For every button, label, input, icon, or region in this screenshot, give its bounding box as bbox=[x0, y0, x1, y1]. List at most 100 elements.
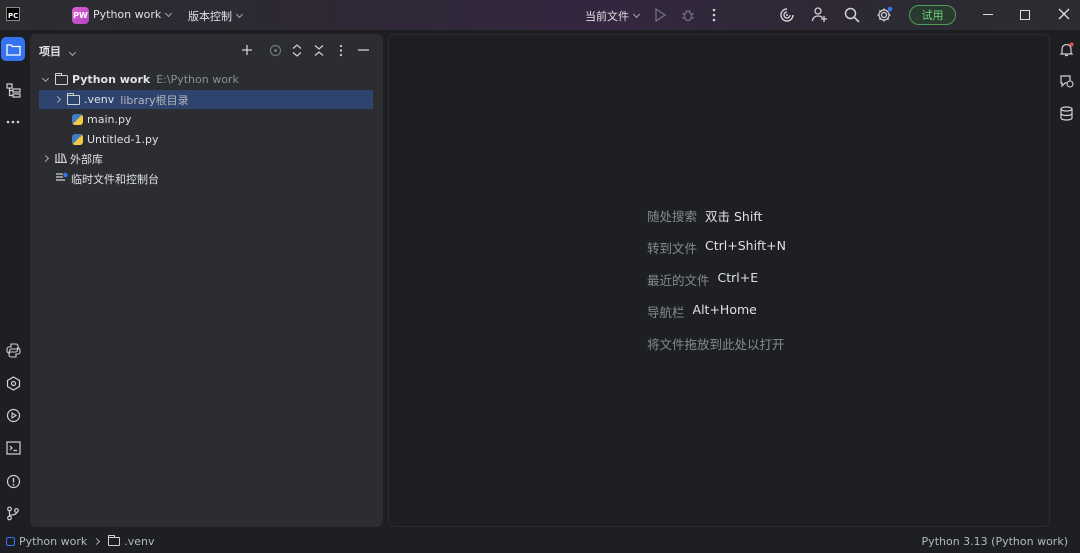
tree-item-main-py[interactable]: main.py bbox=[39, 110, 373, 129]
structure-icon bbox=[5, 82, 21, 98]
chevron-down-icon bbox=[68, 48, 76, 57]
database-button[interactable] bbox=[1054, 101, 1078, 125]
tree-item-scratches[interactable]: 临时文件和控制台 bbox=[39, 169, 373, 188]
run-tool-button[interactable] bbox=[1, 403, 25, 427]
tree-item-untitled-py[interactable]: Untitled-1.py bbox=[39, 130, 373, 149]
hint-goto-file: 转到文件 Ctrl+Shift+N bbox=[647, 238, 786, 257]
title-bar: PC PW Python work 版本控制 当前文件 试用 bbox=[0, 0, 1080, 30]
project-switcher[interactable]: Python work bbox=[93, 8, 173, 21]
services-icon bbox=[6, 375, 20, 391]
left-tool-strip bbox=[0, 30, 27, 530]
status-bar: Python work .venv Python 3.13 (Python wo… bbox=[0, 531, 1080, 553]
project-view-selector[interactable]: 项目 bbox=[39, 43, 76, 59]
chevron-down-icon bbox=[235, 10, 244, 19]
hint-shortcut: Alt+Home bbox=[692, 302, 757, 317]
minimize-button[interactable] bbox=[983, 14, 993, 15]
hint-shortcut: Ctrl+Shift+N bbox=[705, 238, 786, 253]
breadcrumb: Python work .venv bbox=[6, 535, 155, 548]
panel-title: 项目 bbox=[39, 45, 61, 58]
vcs-menu[interactable]: 版本控制 bbox=[188, 8, 244, 24]
chevron-down-icon bbox=[632, 10, 641, 19]
ai-chat-button[interactable] bbox=[1054, 69, 1078, 93]
expand-arrow-icon[interactable] bbox=[39, 74, 51, 82]
vcs-label: 版本控制 bbox=[188, 10, 232, 23]
tree-item-note: library根目录 bbox=[120, 93, 189, 107]
python-file-icon bbox=[72, 134, 83, 145]
more-horizontal-icon bbox=[6, 120, 20, 124]
breadcrumb-project[interactable]: Python work bbox=[19, 535, 87, 548]
project-tool-button[interactable] bbox=[1, 37, 25, 61]
expand-arrow-icon[interactable] bbox=[51, 95, 63, 104]
add-user-icon[interactable] bbox=[811, 6, 828, 23]
collapse-all-button[interactable] bbox=[309, 42, 329, 58]
project-panel: 项目 Python work E:\Python work .venv libr… bbox=[30, 34, 383, 527]
tree-item-label: main.py bbox=[87, 113, 132, 126]
services-button[interactable] bbox=[1, 371, 25, 395]
interpreter-selector[interactable]: Python 3.13 (Python work) bbox=[922, 535, 1068, 548]
python-file-icon bbox=[72, 114, 83, 125]
folder-icon bbox=[67, 92, 80, 105]
new-file-button[interactable] bbox=[237, 42, 257, 58]
project-badge[interactable]: PW bbox=[72, 7, 89, 24]
expand-all-button[interactable] bbox=[287, 42, 307, 58]
terminal-icon bbox=[5, 441, 21, 455]
close-window-button[interactable] bbox=[1058, 8, 1070, 20]
chevron-down-icon bbox=[165, 9, 173, 17]
tree-item-path: E:\Python work bbox=[156, 73, 239, 86]
debug-icon[interactable] bbox=[681, 8, 695, 22]
search-icon[interactable] bbox=[844, 7, 860, 23]
module-icon bbox=[6, 537, 15, 546]
run-circle-icon bbox=[6, 408, 20, 422]
tree-item-external-libraries[interactable]: 外部库 bbox=[39, 149, 373, 168]
more-tools-button[interactable] bbox=[1, 110, 25, 134]
editor-empty-area[interactable]: 随处搜索 双击 Shift 转到文件 Ctrl+Shift+N 最近的文件 Ct… bbox=[388, 34, 1050, 527]
expand-icon bbox=[292, 43, 302, 57]
folder-icon bbox=[55, 72, 68, 85]
chevron-right-icon bbox=[93, 537, 101, 546]
hint-recent-files: 最近的文件 Ctrl+E bbox=[647, 270, 758, 289]
python-packages-button[interactable] bbox=[1, 338, 25, 362]
hint-navigation-bar: 导航栏 Alt+Home bbox=[647, 302, 757, 321]
git-branch-icon bbox=[7, 506, 19, 520]
collapse-icon bbox=[314, 44, 324, 56]
breadcrumb-folder[interactable]: .venv bbox=[124, 535, 154, 548]
gear-icon[interactable] bbox=[876, 6, 893, 23]
project-name-label: Python work bbox=[93, 8, 162, 21]
expand-arrow-icon[interactable] bbox=[39, 154, 51, 163]
current-file-label: 当前文件 bbox=[585, 10, 629, 23]
problems-icon bbox=[6, 474, 20, 488]
panel-options-button[interactable] bbox=[331, 42, 351, 58]
hint-shortcut: 双击 Shift bbox=[705, 209, 763, 224]
plus-icon bbox=[242, 45, 252, 55]
structure-tool-button[interactable] bbox=[1, 78, 25, 102]
hint-key: 将文件拖放到此处以打开 bbox=[647, 337, 785, 352]
scratches-icon bbox=[55, 172, 68, 186]
tree-item-label: 临时文件和控制台 bbox=[71, 172, 159, 186]
terminal-button[interactable] bbox=[1, 436, 25, 460]
vcs-tool-button[interactable] bbox=[1, 501, 25, 525]
problems-button[interactable] bbox=[1, 469, 25, 493]
tree-item-label: 外部库 bbox=[70, 152, 103, 166]
run-config-selector[interactable]: 当前文件 bbox=[585, 8, 641, 24]
more-actions-icon[interactable] bbox=[712, 7, 716, 23]
folder-icon bbox=[5, 43, 21, 56]
tree-item-venv[interactable]: .venv library根目录 bbox=[39, 90, 373, 109]
notifications-button[interactable] bbox=[1054, 37, 1078, 61]
tree-item-label: .venv bbox=[84, 93, 115, 106]
hint-key: 导航栏 bbox=[647, 305, 685, 320]
library-icon bbox=[55, 152, 67, 166]
locate-file-button[interactable] bbox=[265, 42, 285, 58]
maximize-button[interactable] bbox=[1020, 10, 1030, 20]
app-logo-icon: PC bbox=[6, 7, 20, 21]
tree-item-label: Python work bbox=[72, 73, 151, 86]
hint-key: 随处搜索 bbox=[647, 209, 698, 224]
trial-button[interactable]: 试用 bbox=[909, 5, 956, 25]
ai-assistant-icon[interactable] bbox=[779, 7, 795, 23]
tree-item-label: Untitled-1.py bbox=[87, 133, 159, 146]
hide-panel-button[interactable] bbox=[353, 42, 373, 58]
python-icon bbox=[5, 342, 21, 358]
run-icon[interactable] bbox=[654, 8, 666, 22]
hint-key: 最近的文件 bbox=[647, 273, 710, 288]
main-menu-button[interactable] bbox=[36, 8, 51, 22]
tree-item-project-root[interactable]: Python work E:\Python work bbox=[39, 70, 373, 89]
